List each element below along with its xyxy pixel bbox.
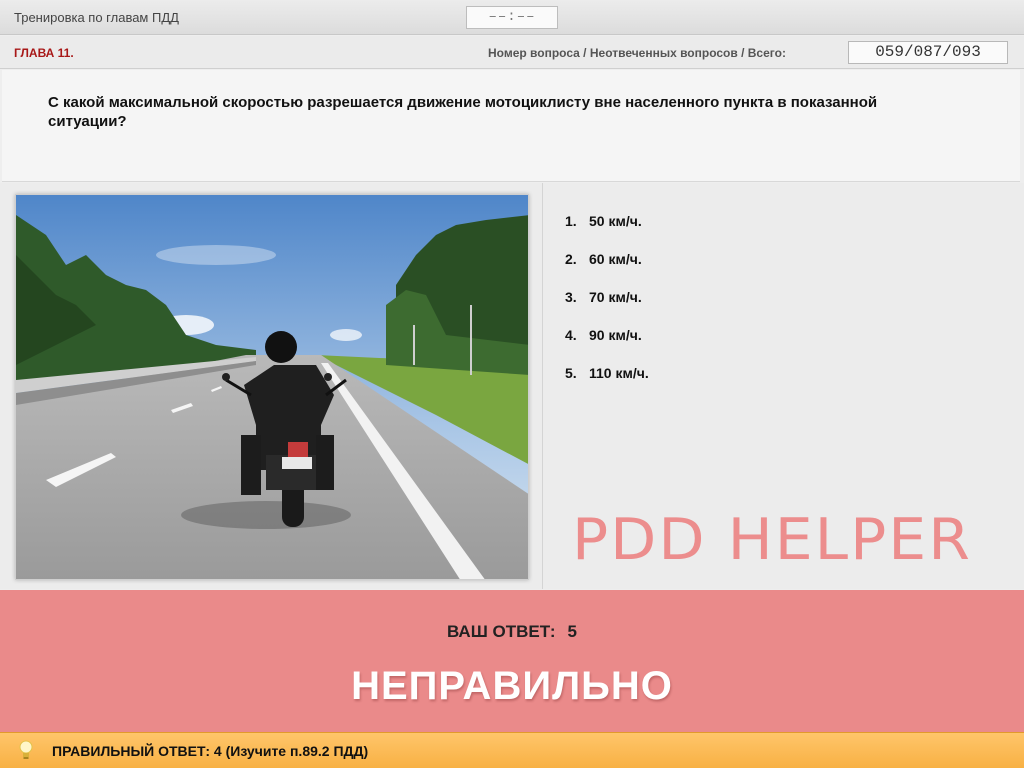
answer-option-5[interactable]: 5. 110 км/ч. (565, 365, 985, 403)
result-panel: ВАШ ОТВЕТ: 5 НЕПРАВИЛЬНО (0, 590, 1024, 732)
content-area: 1. 50 км/ч. 2. 60 км/ч. 3. 70 км/ч. 4. 9… (0, 183, 1024, 589)
app-title: Тренировка по главам ПДД (14, 10, 179, 25)
answer-label: 110 км/ч. (589, 365, 649, 381)
answer-label: 90 км/ч. (589, 327, 642, 343)
title-bar: Тренировка по главам ПДД ––:–– (0, 0, 1024, 35)
answer-label: 50 км/ч. (589, 213, 642, 229)
chapter-label: ГЛАВА 11. (14, 46, 74, 60)
question-text: С какой максимальной скоростью разрешает… (48, 94, 878, 130)
question-counter-label: Номер вопроса / Неотвеченных вопросов / … (488, 46, 786, 60)
motorcyclist-road-illustration (16, 195, 528, 579)
answer-label: 70 км/ч. (589, 289, 642, 305)
answer-number: 3. (565, 289, 577, 305)
answer-list: 1. 50 км/ч. 2. 60 км/ч. 3. 70 км/ч. 4. 9… (565, 213, 985, 403)
question-photo (15, 194, 529, 580)
verdict-text: НЕПРАВИЛЬНО (351, 664, 673, 708)
column-divider (542, 183, 543, 589)
your-answer: ВАШ ОТВЕТ: 5 (0, 622, 1024, 642)
chapter-bar: ГЛАВА 11. Номер вопроса / Неотвеченных в… (0, 36, 1024, 69)
lightbulb-icon (18, 740, 34, 762)
your-answer-value: 5 (567, 622, 578, 641)
correct-answer-bar: ПРАВИЛЬНЫЙ ОТВЕТ: 4 (Изучите п.89.2 ПДД) (0, 732, 1024, 768)
your-answer-label: ВАШ ОТВЕТ: (446, 622, 556, 641)
answer-option-1[interactable]: 1. 50 км/ч. (565, 213, 985, 251)
answer-number: 5. (565, 365, 577, 381)
question-area: С какой максимальной скоростью разрешает… (2, 70, 1020, 182)
answer-option-4[interactable]: 4. 90 км/ч. (565, 327, 985, 365)
question-counter-value: 059/087/093 (848, 41, 1008, 64)
answer-option-2[interactable]: 2. 60 км/ч. (565, 251, 985, 289)
answer-option-3[interactable]: 3. 70 км/ч. (565, 289, 985, 327)
answer-number: 1. (565, 213, 577, 229)
answer-number: 4. (565, 327, 577, 343)
answer-number: 2. (565, 251, 577, 267)
watermark: PDD HELPER (572, 506, 972, 574)
answer-label: 60 км/ч. (589, 251, 642, 267)
timer-display: ––:–– (466, 6, 558, 29)
correct-answer-text: ПРАВИЛЬНЫЙ ОТВЕТ: 4 (Изучите п.89.2 ПДД) (52, 743, 369, 759)
